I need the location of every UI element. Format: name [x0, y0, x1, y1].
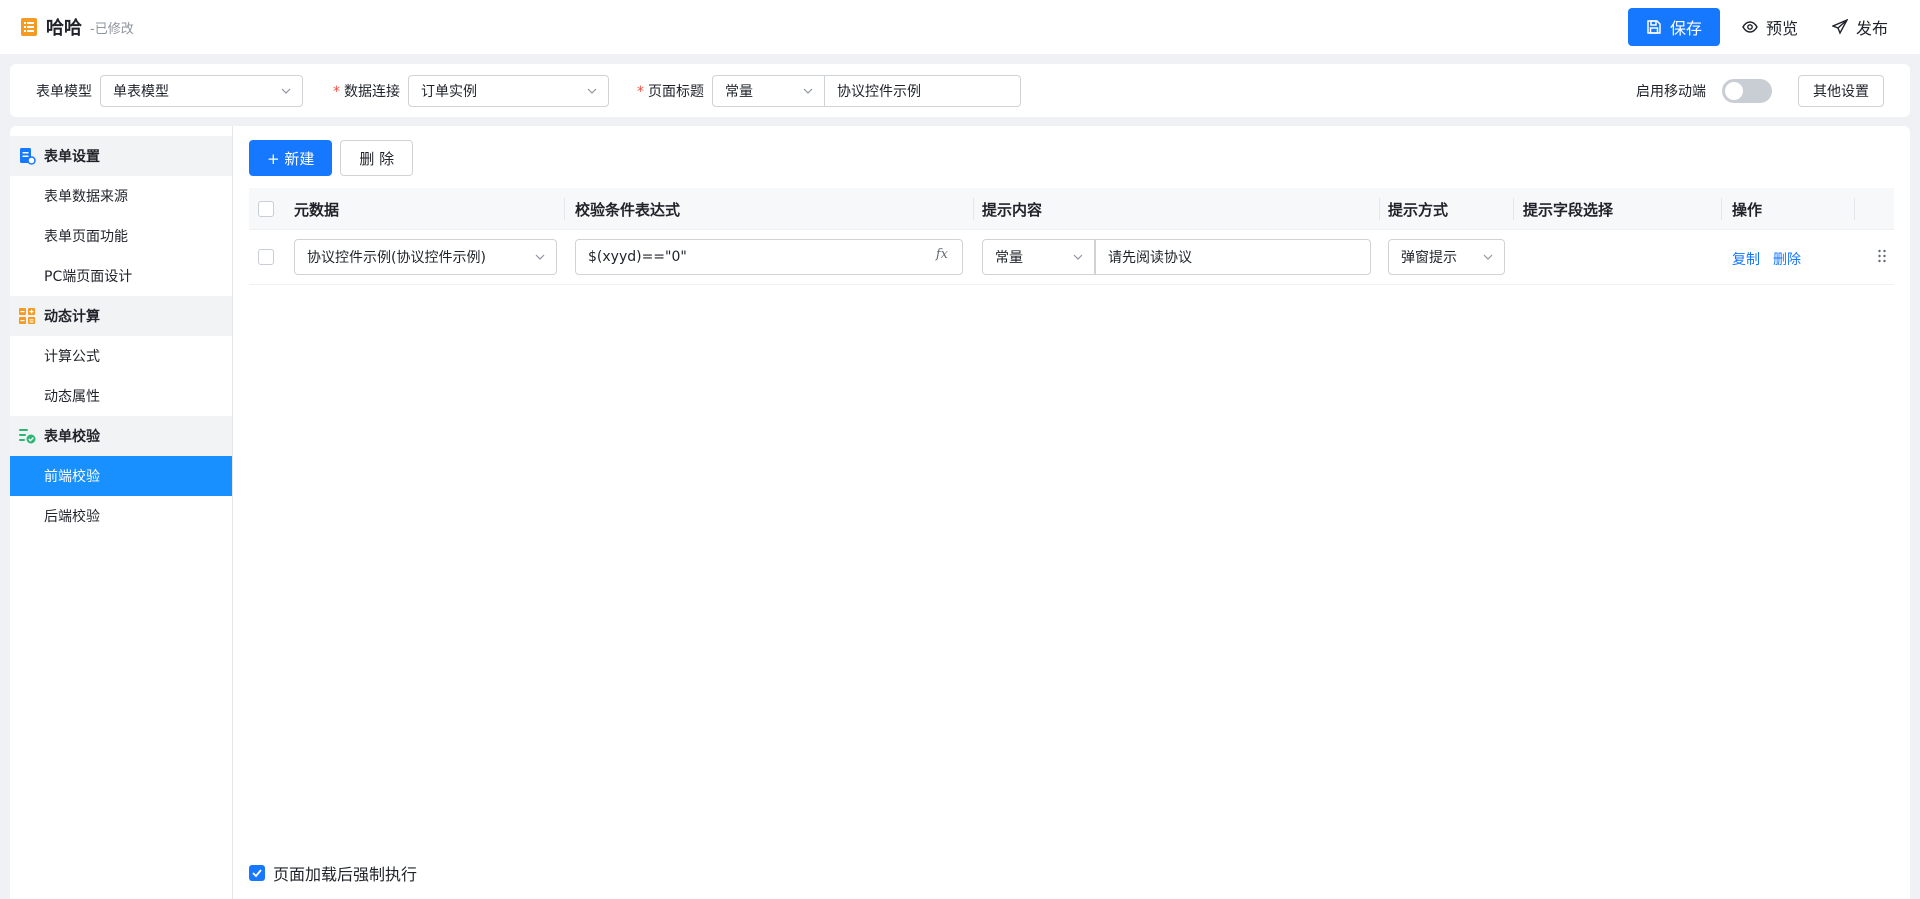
- pagetitle-type-value: 常量: [725, 83, 753, 100]
- model-select[interactable]: 单表模型: [100, 74, 303, 107]
- tip-content-input[interactable]: 请先阅读协议: [1095, 239, 1371, 275]
- modified-status: -已修改: [90, 21, 134, 37]
- metadata-value: 协议控件示例(协议控件示例): [307, 250, 486, 266]
- pagetitle-label: * 页面标题: [637, 81, 704, 101]
- datasource-select[interactable]: 订单实例: [408, 74, 609, 107]
- required-mark: *: [637, 83, 644, 100]
- sidebar: 表单设置 表单数据来源 表单页面功能 PC端页面设计 动态计算 计算公式 动态属…: [10, 126, 233, 899]
- metadata-select[interactable]: 协议控件示例(协议控件示例): [294, 239, 557, 275]
- column-divider: [973, 198, 974, 220]
- document-icon: [21, 18, 37, 36]
- expression-input[interactable]: $(xyyd)=="0" fx: [575, 239, 963, 275]
- tip-type-value: 常量: [995, 250, 1023, 266]
- pagetitle-type-select[interactable]: 常量: [712, 74, 825, 107]
- header-actions: 保存 预览 发布: [1627, 8, 1900, 46]
- page-title: 哈哈: [46, 18, 82, 39]
- sidebar-group-form-validate: 表单校验: [10, 416, 232, 456]
- chevron-down-icon: [587, 88, 597, 94]
- required-mark: *: [333, 83, 340, 100]
- publish-label: 发布: [1855, 19, 1888, 38]
- pagetitle-value: 协议控件示例: [837, 83, 921, 100]
- sidebar-item-data-source[interactable]: 表单数据来源: [10, 176, 232, 216]
- force-exec-checkbox[interactable]: [249, 865, 265, 881]
- new-button[interactable]: + 新建: [249, 140, 333, 176]
- sidebar-item-frontend-validate[interactable]: 前端校验: [10, 456, 232, 496]
- column-divider: [1379, 198, 1380, 220]
- datasource-value: 订单实例: [421, 83, 477, 100]
- save-icon: [1647, 20, 1661, 34]
- column-divider: [1854, 198, 1855, 220]
- datasource-label: * 数据连接: [333, 81, 400, 101]
- model-value: 单表模型: [113, 83, 169, 100]
- column-header: 提示方式: [1388, 201, 1449, 219]
- save-button[interactable]: 保存: [1627, 8, 1720, 46]
- mobile-label: 启用移动端: [1636, 83, 1706, 100]
- expression-value: $(xyyd)=="0": [588, 249, 687, 265]
- force-exec-option[interactable]: 页面加载后强制执行: [249, 861, 417, 885]
- sidebar-group-label: 动态计算: [44, 309, 100, 325]
- row-checkbox[interactable]: [258, 249, 274, 265]
- chevron-down-icon: [1073, 254, 1083, 260]
- chevron-down-icon: [803, 88, 813, 94]
- eye-icon: [1742, 21, 1758, 33]
- sidebar-item-page-function[interactable]: 表单页面功能: [10, 216, 232, 256]
- form-settings-bar: 表单模型 单表模型 * 数据连接 订单实例 * 页面标题 常量 协议控件示例 启用移…: [10, 64, 1910, 117]
- column-header: 元数据: [294, 201, 340, 219]
- sidebar-item-dynamic-props[interactable]: 动态属性: [10, 376, 232, 416]
- delete-link[interactable]: 删除: [1773, 249, 1801, 269]
- sidebar-item-formula[interactable]: 计算公式: [10, 336, 232, 376]
- column-header: 操作: [1732, 201, 1763, 219]
- chevron-down-icon: [281, 88, 291, 94]
- publish-button[interactable]: 发布: [1820, 8, 1900, 46]
- sidebar-group-label: 表单设置: [44, 149, 100, 165]
- column-header: 提示字段选择: [1523, 201, 1614, 219]
- save-label: 保存: [1669, 19, 1702, 38]
- check-icon: [252, 869, 262, 878]
- select-all-checkbox[interactable]: [258, 201, 274, 217]
- mobile-toggle[interactable]: [1722, 78, 1772, 103]
- tip-type-select[interactable]: 常量: [982, 239, 1095, 275]
- chevron-down-icon: [1483, 254, 1493, 260]
- chevron-down-icon: [535, 254, 545, 260]
- main-panel: 表单设置 表单数据来源 表单页面功能 PC端页面设计 动态计算 计算公式 动态属…: [10, 126, 1910, 899]
- delete-button[interactable]: 删 除: [340, 140, 414, 176]
- sidebar-item-backend-validate[interactable]: 后端校验: [10, 496, 232, 536]
- tip-content-value: 请先阅读协议: [1108, 250, 1192, 266]
- toolbar: + 新建 删 除: [249, 140, 1894, 176]
- preview-button[interactable]: 预览: [1730, 8, 1810, 46]
- sidebar-group-label: 表单校验: [44, 429, 100, 445]
- table-header: 元数据 校验条件表达式 提示内容 提示方式 提示字段选择 操作: [249, 188, 1894, 230]
- preview-label: 预览: [1765, 19, 1798, 38]
- sidebar-group-form-settings: 表单设置: [10, 136, 232, 176]
- column-divider: [564, 198, 565, 220]
- table-row: 协议控件示例(协议控件示例) $(xyyd)=="0" fx 常量 请先阅读协议…: [249, 230, 1894, 285]
- calculate-icon: [19, 308, 35, 324]
- sidebar-group-dynamic-calc: 动态计算: [10, 296, 232, 336]
- column-header: 提示内容: [982, 201, 1043, 219]
- send-icon: [1831, 19, 1848, 35]
- model-label: 表单模型: [36, 83, 92, 100]
- form-validate-icon: [19, 429, 36, 444]
- app-header: 哈哈 -已修改 保存 预览 发布: [0, 0, 1920, 54]
- validation-content: + 新建 删 除 元数据 校验条件表达式 提示内容 提示方式 提示字段选择 操作…: [233, 126, 1910, 899]
- drag-handle-icon[interactable]: [1876, 248, 1888, 264]
- column-header: 校验条件表达式: [575, 201, 681, 219]
- column-divider: [1721, 198, 1722, 220]
- toggle-knob: [1725, 81, 1743, 100]
- function-fx-icon[interactable]: fx: [936, 247, 948, 262]
- force-exec-label: 页面加载后强制执行: [273, 865, 418, 884]
- datasource-label-text: 数据连接: [344, 83, 400, 100]
- pagetitle-label-text: 页面标题: [648, 83, 704, 100]
- column-divider: [1513, 198, 1514, 220]
- tip-mode-select[interactable]: 弹窗提示: [1388, 239, 1505, 275]
- pagetitle-input[interactable]: 协议控件示例: [825, 74, 1021, 107]
- copy-link[interactable]: 复制: [1732, 249, 1760, 269]
- form-settings-icon: [20, 148, 36, 165]
- tip-mode-value: 弹窗提示: [1401, 250, 1457, 266]
- other-settings-button[interactable]: 其他设置: [1798, 74, 1884, 107]
- sidebar-item-pc-design[interactable]: PC端页面设计: [10, 256, 232, 296]
